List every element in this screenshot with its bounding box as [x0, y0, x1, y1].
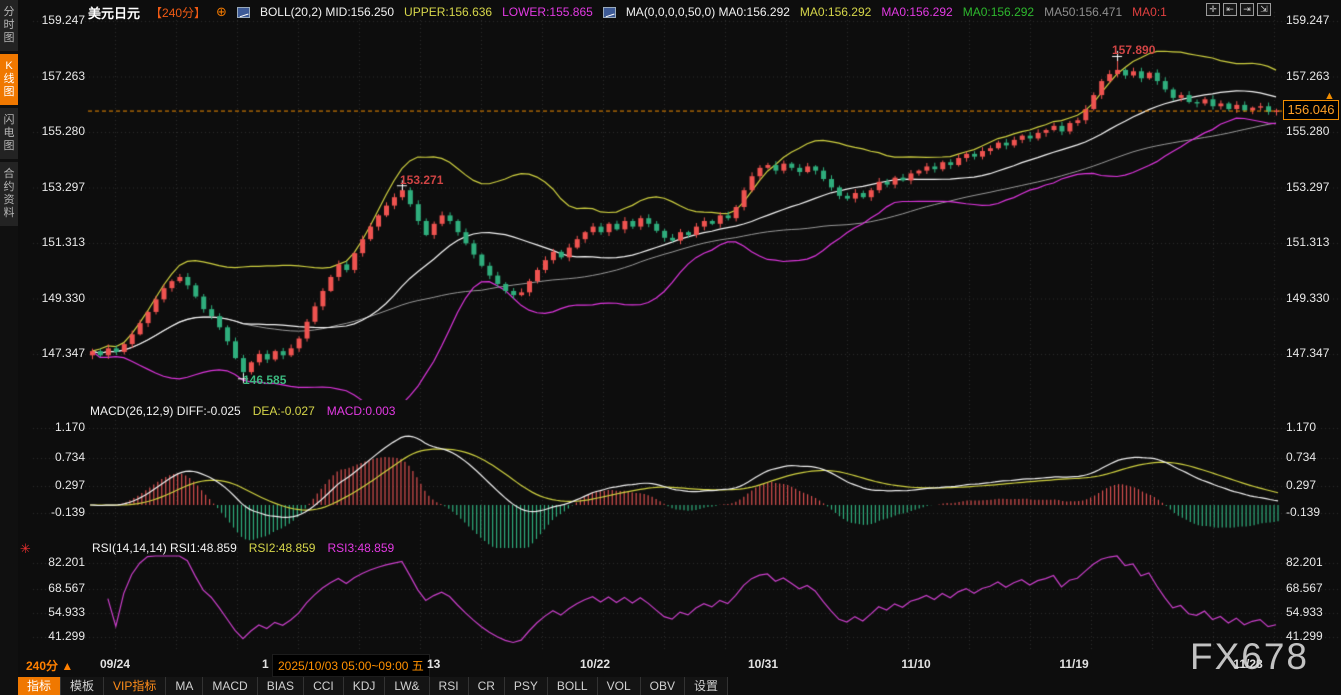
price-label-right: 147.347 — [1286, 346, 1340, 360]
toolbar-rsi-button[interactable]: RSI — [430, 677, 469, 695]
indicator-header: 美元日元 【240分】 ⊕ BOLL(20,2) MID:156.250 UPP… — [88, 4, 1167, 20]
rsi1-value: RSI(14,14,14) RSI1:48.859 — [92, 541, 237, 555]
macd-axis-right: -0.139 — [1286, 505, 1340, 519]
low-annotation: 146.585 — [243, 373, 286, 387]
add-indicator-icon[interactable]: ⊕ — [216, 4, 227, 20]
date-tick-partial: 1 — [262, 657, 269, 671]
high-annotation: 153.271 — [400, 173, 443, 187]
boll-upper-value: UPPER:156.636 — [404, 5, 492, 19]
current-price-badge: 156.046 — [1283, 100, 1339, 120]
toolbar-ma-button[interactable]: MA — [166, 677, 203, 695]
ma0-white-value: MA(0,0,0,0,50,0) MA0:156.292 — [626, 5, 790, 19]
expand-icon[interactable]: ⇲ — [1257, 3, 1271, 16]
price-label-left: 157.263 — [33, 69, 85, 83]
rsi-header: RSI(14,14,14) RSI1:48.859 RSI2:48.859 RS… — [92, 541, 394, 555]
toolbar-cr-button[interactable]: CR — [469, 677, 505, 695]
price-label-left: 147.347 — [33, 346, 85, 360]
toolbar-template-button[interactable]: 模板 — [61, 677, 104, 695]
macd-value: MACD:0.003 — [327, 404, 396, 418]
sidebar-tab-flash[interactable]: 闪电图 — [0, 108, 18, 159]
rsi-axis-left: 41.299 — [33, 629, 85, 643]
price-label-left: 159.247 — [33, 13, 85, 27]
period-label: 【240分】 — [150, 4, 206, 21]
macd-axis-left: -0.139 — [33, 505, 85, 519]
price-label-right: 151.313 — [1286, 235, 1340, 249]
price-label-right: 157.263 — [1286, 69, 1340, 83]
ma0-magenta-value: MA0:156.292 — [881, 5, 952, 19]
date-tick-partial: 13 — [427, 657, 440, 671]
left-sidebar: 分时图 K线图 闪电图 合约资料 — [0, 0, 18, 695]
rsi-axis-right: 54.933 — [1286, 605, 1340, 619]
symbol-name: 美元日元 — [88, 3, 140, 22]
ma50-value: MA50:156.471 — [1044, 5, 1122, 19]
macd-axis-right: 1.170 — [1286, 420, 1340, 434]
rsi-alert-icon: ✳ — [20, 541, 31, 557]
sidebar-tab-kline[interactable]: K线图 — [0, 54, 18, 105]
rsi3-value: RSI3:48.859 — [327, 541, 394, 555]
macd-axis-right: 0.297 — [1286, 478, 1340, 492]
fx678-watermark: FX678 — [1190, 636, 1309, 678]
macd-axis-right: 0.734 — [1286, 450, 1340, 464]
toolbar-lw-button[interactable]: LW& — [385, 677, 429, 695]
trading-app: 分时图 K线图 闪电图 合约资料 美元日元 【240分】 ⊕ BOLL(20,2… — [0, 0, 1341, 695]
shift-left-icon[interactable]: ⇤ — [1223, 3, 1237, 16]
rsi2-value: RSI2:48.859 — [249, 541, 316, 555]
macd-axis-left: 1.170 — [33, 420, 85, 434]
toolbar-psy-button[interactable]: PSY — [505, 677, 548, 695]
toolbar-vol-button[interactable]: VOL — [598, 677, 641, 695]
boll-chart-icon[interactable] — [237, 7, 250, 18]
toolbar-bias-button[interactable]: BIAS — [258, 677, 304, 695]
sidebar-tab-timeline[interactable]: 分时图 — [0, 0, 18, 51]
ma0-yellow-value: MA0:156.292 — [800, 5, 871, 19]
toolbar-indicators-button[interactable]: 指标 — [18, 677, 61, 695]
price-label-left: 155.280 — [33, 124, 85, 138]
date-tick: 11/19 — [1059, 657, 1088, 671]
rsi-axis-left: 82.201 — [33, 555, 85, 569]
toolbar-vip-indicators-button[interactable]: VIP指标 — [104, 677, 166, 695]
high-annotation: 157.890 — [1112, 43, 1155, 57]
sidebar-tab-contract-info[interactable]: 合约资料 — [0, 162, 18, 226]
rsi-axis-left: 54.933 — [33, 605, 85, 619]
boll-mid-value: BOLL(20,2) MID:156.250 — [260, 5, 394, 19]
macd-axis-left: 0.734 — [33, 450, 85, 464]
price-label-left: 149.330 — [33, 291, 85, 305]
time-range-tooltip: 2025/10/03 05:00~09:00 五 — [272, 654, 430, 677]
price-label-right: 149.330 — [1286, 291, 1340, 305]
rsi-axis-right: 68.567 — [1286, 581, 1340, 595]
ma0-red-value: MA0:1 — [1132, 5, 1167, 19]
toolbar-cci-button[interactable]: CCI — [304, 677, 344, 695]
toolbar-boll-button[interactable]: BOLL — [548, 677, 598, 695]
indicator-toolbar: 指标 模板 VIP指标 MA MACD BIAS CCI KDJ LW& RSI… — [18, 677, 728, 695]
toolbar-macd-button[interactable]: MACD — [203, 677, 257, 695]
chart-canvas[interactable] — [0, 0, 1341, 695]
time-axis: 240分 ▲ 09/24 1 2025/10/03 05:00~09:00 五 … — [18, 652, 1341, 677]
macd-diff-value: MACD(26,12,9) DIFF:-0.025 — [90, 404, 241, 418]
date-tick: 09/24 — [100, 657, 130, 671]
price-label-left: 151.313 — [33, 235, 85, 249]
macd-header: MACD(26,12,9) DIFF:-0.025 DEA:-0.027 MAC… — [90, 404, 395, 418]
rsi-axis-right: 82.201 — [1286, 555, 1340, 569]
ma0-green-value: MA0:156.292 — [963, 5, 1034, 19]
boll-lower-value: LOWER:155.865 — [502, 5, 593, 19]
price-label-right: 159.247 — [1286, 13, 1340, 27]
rsi-axis-left: 68.567 — [33, 581, 85, 595]
date-tick: 10/22 — [580, 657, 610, 671]
price-label-right: 155.280 — [1286, 124, 1340, 138]
price-label-right: 153.297 — [1286, 180, 1340, 194]
macd-dea-value: DEA:-0.027 — [253, 404, 315, 418]
toolbar-obv-button[interactable]: OBV — [641, 677, 685, 695]
timeframe-selector[interactable]: 240分 ▲ — [26, 657, 73, 674]
price-label-left: 153.297 — [33, 180, 85, 194]
date-tick: 10/31 — [748, 657, 778, 671]
ma-chart-icon[interactable] — [603, 7, 616, 18]
macd-axis-left: 0.297 — [33, 478, 85, 492]
window-controls: ✛ ⇤ ⇥ ⇲ — [1206, 3, 1271, 16]
date-tick: 11/10 — [901, 657, 930, 671]
toolbar-kdj-button[interactable]: KDJ — [344, 677, 386, 695]
toolbar-settings-button[interactable]: 设置 — [685, 677, 728, 695]
shift-right-icon[interactable]: ⇥ — [1240, 3, 1254, 16]
pan-icon[interactable]: ✛ — [1206, 3, 1220, 16]
